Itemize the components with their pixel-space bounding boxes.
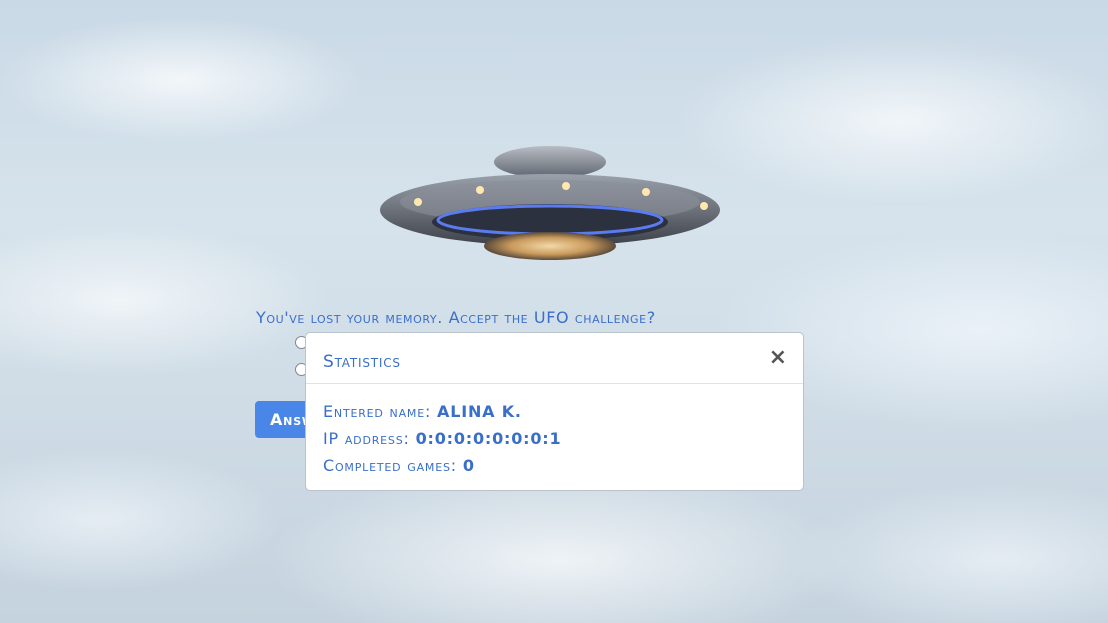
close-icon[interactable]: × [769,347,787,369]
stat-label: Entered name: [323,402,432,421]
stats-list: Entered name: ALINA K. IP address: 0:0:0… [323,402,561,483]
statistics-modal: Statistics × Entered name: ALINA K. IP a… [305,332,804,491]
stat-value: ALINA K. [437,402,522,421]
stat-ip-address: IP address: 0:0:0:0:0:0:0:1 [323,429,561,456]
stat-entered-name: Entered name: ALINA K. [323,402,561,429]
modal-header: Statistics × [306,333,803,384]
stat-value: 0:0:0:0:0:0:0:1 [415,429,562,448]
stat-value: 0 [462,456,475,475]
modal-title: Statistics [323,352,401,372]
stat-label: IP address: [323,429,410,448]
stat-completed-games: Completed games: 0 [323,456,561,483]
stat-label: Completed games: [323,456,457,475]
question-text: You've lost your memory. Accept the UFO … [256,308,656,327]
ufo-image [380,146,720,260]
